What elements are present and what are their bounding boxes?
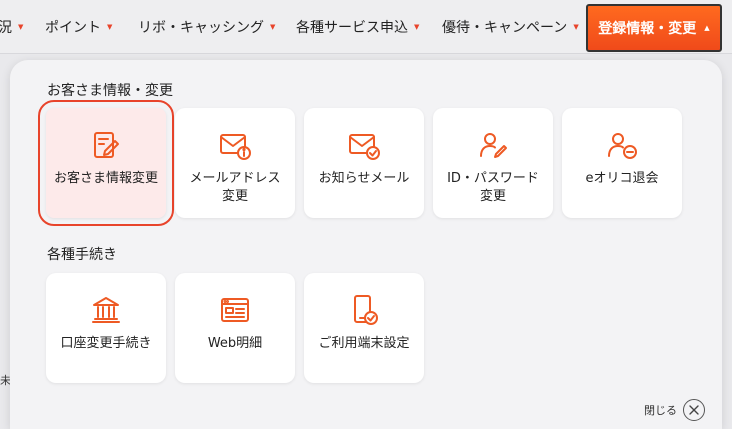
card-label: 口座変更手続き xyxy=(60,336,152,351)
card-notification-mail[interactable]: お知らせメール xyxy=(304,108,424,218)
section-title-procedures: 各種手続き xyxy=(47,247,117,263)
nav-item-label: 況 xyxy=(0,20,12,36)
nav-item-revolving-cashing[interactable]: リボ・キャッシング ▼ xyxy=(138,0,275,54)
card-email-change[interactable]: メールアドレス 変更 xyxy=(175,108,295,218)
nav-item-campaigns[interactable]: 優待・キャンペーン ▼ xyxy=(442,0,579,54)
card-label: eオリコ退会 xyxy=(585,171,659,186)
caret-up-icon: ▲ xyxy=(704,24,710,32)
card-label: Web明細 xyxy=(207,336,263,351)
bank-icon xyxy=(89,293,123,327)
nav-item-label: 登録情報・変更 xyxy=(598,21,697,37)
mail-info-icon xyxy=(218,128,252,162)
close-label: 閉じる xyxy=(644,404,677,417)
caret-down-icon: ▼ xyxy=(270,23,276,31)
web-statement-icon xyxy=(218,293,252,327)
card-id-password-change[interactable]: ID・パスワード 変更 xyxy=(433,108,553,218)
user-remove-icon xyxy=(605,128,639,162)
nav-item-points[interactable]: ポイント ▼ xyxy=(45,0,112,54)
caret-down-icon: ▼ xyxy=(107,23,113,31)
nav-item-label: 各種サービス申込 xyxy=(296,20,408,36)
nav-item-label: リボ・キャッシング xyxy=(138,20,264,36)
caret-down-icon: ▼ xyxy=(18,23,24,31)
card-label: メールアドレス 変更 xyxy=(189,171,281,204)
card-eorico-withdraw[interactable]: eオリコ退会 xyxy=(562,108,682,218)
section-title-customer-info: お客さま情報・変更 xyxy=(47,83,173,99)
phone-check-icon xyxy=(347,293,381,327)
card-bank-account-change[interactable]: 口座変更手続き xyxy=(46,273,166,383)
card-device-settings[interactable]: ご利用端末設定 xyxy=(304,273,424,383)
card-label: お客さま情報変更 xyxy=(53,171,158,186)
document-pen-icon xyxy=(89,128,123,162)
card-label: ID・パスワード 変更 xyxy=(447,171,539,204)
dropdown-panel: お客さま情報・変更 お客さま情報変更 メールアドレス 変更 お知らせメール ID… xyxy=(10,60,722,429)
card-label: お知らせメール xyxy=(318,171,410,186)
mail-check-icon xyxy=(347,128,381,162)
nav-item-services[interactable]: 各種サービス申込 ▼ xyxy=(296,0,419,54)
card-label: ご利用端末設定 xyxy=(318,336,410,351)
top-nav: 況 ▼ ポイント ▼ リボ・キャッシング ▼ 各種サービス申込 ▼ 優待・キャン… xyxy=(0,0,732,54)
nav-item-label: 優待・キャンペーン xyxy=(442,20,568,36)
nav-item-registration-active[interactable]: 登録情報・変更 ▲ xyxy=(586,4,722,52)
caret-down-icon: ▼ xyxy=(414,23,420,31)
card-web-statement[interactable]: Web明細 xyxy=(175,273,295,383)
close-icon[interactable] xyxy=(683,399,705,421)
close-control[interactable]: 閉じる xyxy=(644,399,705,421)
nav-item-label: ポイント xyxy=(45,20,101,36)
nav-item-status[interactable]: 況 ▼ xyxy=(0,0,23,54)
card-customer-info-change[interactable]: お客さま情報変更 xyxy=(38,100,174,226)
user-edit-icon xyxy=(476,128,510,162)
caret-down-icon: ▼ xyxy=(573,23,579,31)
